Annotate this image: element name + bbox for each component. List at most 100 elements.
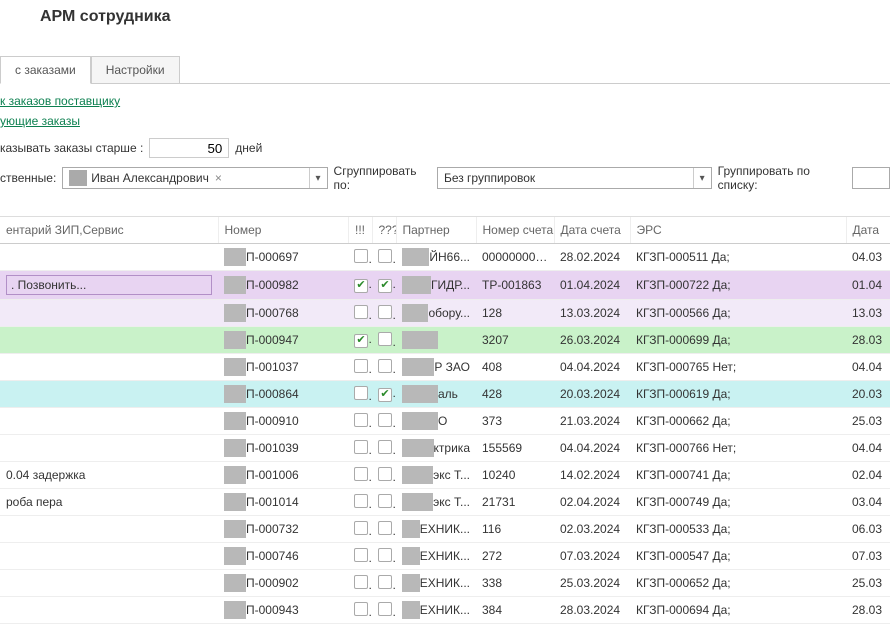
table-row[interactable]: П-000732ЕХНИК...11602.03.2024КГЗП-000533… [0,516,890,543]
question-checkbox[interactable] [378,602,392,616]
question-checkbox[interactable] [378,279,392,293]
cell-comment[interactable] [0,435,218,462]
question-checkbox[interactable] [378,575,392,589]
th-number[interactable]: Номер [218,217,348,244]
cell-invoice: ТР-001863 [476,271,554,300]
exclaim-checkbox[interactable] [354,467,368,481]
cell-comment[interactable] [0,543,218,570]
cell-invoice: 10240 [476,462,554,489]
table-row[interactable]: П-000697ЙН66...000000007828.02.2024КГЗП-… [0,244,890,271]
grouplist-select[interactable] [852,167,890,189]
question-checkbox[interactable] [378,521,392,535]
table-row[interactable]: 0.04 задержкаП-001006экс Т...1024014.02.… [0,462,890,489]
partner-mask-icon [402,547,420,565]
cell-comment[interactable]: роба пера [0,489,218,516]
tab-orders[interactable]: с заказами [0,56,91,84]
table-row[interactable]: П-000768обору...12813.03.2024КГЗП-000566… [0,300,890,327]
exclaim-checkbox[interactable] [354,249,368,263]
exclaim-checkbox[interactable] [354,334,368,348]
partner-mask-icon [402,304,428,322]
th-invoice[interactable]: Номер счета [476,217,554,244]
question-checkbox[interactable] [378,359,392,373]
tab-settings[interactable]: Настройки [91,56,180,83]
exclaim-checkbox[interactable] [354,440,368,454]
table-row[interactable]: П-000746ЕХНИК...27207.03.2024КГЗП-000547… [0,543,890,570]
cell-comment[interactable] [0,597,218,624]
exclaim-checkbox[interactable] [354,575,368,589]
cell-ers: КГЗП-000749 Да; [630,489,846,516]
cell-comment[interactable] [0,408,218,435]
table-row[interactable]: П-000864аль42820.03.2024КГЗП-000619 Да;2… [0,381,890,408]
table-row[interactable]: П-000902ЕХНИК...33825.03.2024КГЗП-000652… [0,570,890,597]
cell-comment[interactable] [0,327,218,354]
cell-date: 06.03 [846,516,890,543]
th-comment[interactable]: ентарий ЗИП,Сервис [0,217,218,244]
number-text: П-000864 [246,387,299,401]
cell-number: П-000943 [218,597,348,624]
exclaim-checkbox[interactable] [354,305,368,319]
cell-comment[interactable] [0,570,218,597]
exclaim-checkbox[interactable] [354,494,368,508]
table-row[interactable]: П-001039ктрика15556904.04.2024КГЗП-00076… [0,435,890,462]
th-c2[interactable]: ??? [372,217,396,244]
comment-input[interactable]: . Позвонить... [6,275,212,295]
cell-comment[interactable]: . Позвонить... [0,271,218,300]
th-date[interactable]: Дата [846,217,890,244]
exclaim-checkbox[interactable] [354,386,368,400]
cell-comment[interactable] [0,381,218,408]
th-partner[interactable]: Партнер [396,217,476,244]
groupby-value: Без группировок [444,171,535,185]
cell-idate: 02.04.2024 [554,489,630,516]
cell-comment[interactable] [0,244,218,271]
older-than-input[interactable] [149,138,229,158]
cell-c2 [372,381,396,408]
th-idate[interactable]: Дата счета [554,217,630,244]
responsible-select[interactable]: Иван Александрович × ▾ [62,167,327,189]
question-checkbox[interactable] [378,548,392,562]
partner-mask-icon [402,276,431,294]
partner-mask-icon [402,466,433,484]
exclaim-checkbox[interactable] [354,521,368,535]
cell-comment[interactable] [0,354,218,381]
table-row[interactable]: П-000943ЕХНИК...38428.03.2024КГЗП-000694… [0,597,890,624]
cell-number: П-000982 [218,271,348,300]
table-row[interactable]: роба пераП-001014экс Т...2173102.04.2024… [0,489,890,516]
groupby-dropdown-icon[interactable]: ▾ [693,168,711,188]
cell-comment[interactable] [0,516,218,543]
clear-responsible-icon[interactable]: × [215,171,222,185]
cell-date: 04.04 [846,435,890,462]
exclaim-checkbox[interactable] [354,413,368,427]
partner-mask-icon [402,520,420,538]
table-row[interactable]: . Позвонить...П-000982ГИДР...ТР-00186301… [0,271,890,300]
link-supplier-orders[interactable]: к заказов поставщику [0,94,890,108]
question-checkbox[interactable] [378,494,392,508]
cell-comment[interactable]: 0.04 задержка [0,462,218,489]
table-row[interactable]: П-001037Р ЗАО40804.04.2024КГЗП-000765 Не… [0,354,890,381]
exclaim-checkbox[interactable] [354,548,368,562]
cell-comment[interactable] [0,300,218,327]
cell-date: 02.04 [846,462,890,489]
cell-partner: обору... [396,300,476,327]
question-checkbox[interactable] [378,305,392,319]
exclaim-checkbox[interactable] [354,602,368,616]
cell-ers: КГЗП-000566 Да; [630,300,846,327]
question-checkbox[interactable] [378,413,392,427]
question-checkbox[interactable] [378,467,392,481]
table-row[interactable]: П-000910О37321.03.2024КГЗП-000662 Да;25.… [0,408,890,435]
exclaim-checkbox[interactable] [354,279,368,293]
exclaim-checkbox[interactable] [354,359,368,373]
cell-invoice: 0000000078 [476,244,554,271]
responsible-dropdown-icon[interactable]: ▾ [309,168,327,188]
th-ers[interactable]: ЭРС [630,217,846,244]
question-checkbox[interactable] [378,249,392,263]
cell-c2 [372,462,396,489]
responsible-label: ственные: [0,171,56,185]
question-checkbox[interactable] [378,332,392,346]
groupby-select[interactable]: Без группировок ▾ [437,167,712,189]
th-c1[interactable]: !!! [348,217,372,244]
question-checkbox[interactable] [378,440,392,454]
link-active-orders[interactable]: ующие заказы [0,114,890,128]
table-row[interactable]: П-000947320726.03.2024КГЗП-000699 Да;28.… [0,327,890,354]
cell-number: П-000947 [218,327,348,354]
question-checkbox[interactable] [378,388,392,402]
